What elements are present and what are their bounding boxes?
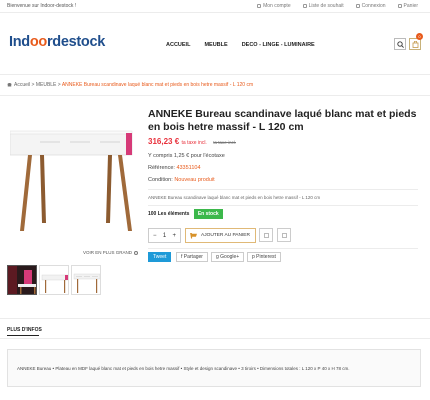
active-tab-indicator <box>7 335 39 336</box>
divider <box>0 338 430 339</box>
tab-more-info[interactable]: PLUS D'INFOS <box>7 327 42 333</box>
divider <box>148 205 418 206</box>
quantity-decrease-button[interactable]: − <box>153 233 157 239</box>
thumbnail-3[interactable] <box>71 265 101 295</box>
shopping-bag-icon <box>412 41 419 48</box>
short-description: ANNEKE Bureau scandinave laqué blanc mat… <box>148 195 321 200</box>
google-plus-button[interactable]: g Google+ <box>211 252 245 262</box>
stock-info: 100 Les éléments En stock <box>148 209 223 219</box>
thumbnail-image <box>40 266 68 294</box>
old-price: ta taxe incl. <box>213 140 236 145</box>
nav-item-meuble[interactable]: MEUBLE <box>204 42 227 48</box>
divider <box>148 248 418 249</box>
product-reference: Référence: 43351104 <box>148 165 201 171</box>
main-nav: ACCUEIL MEUBLE DECO - LINGE - LUMINAIRE <box>166 42 315 48</box>
divider <box>0 318 430 319</box>
product-price: 316,23 € <box>148 137 180 146</box>
tweet-button[interactable]: Tweet <box>148 252 172 262</box>
breadcrumb-home[interactable]: Accueil <box>14 82 30 88</box>
divider <box>148 189 418 190</box>
print-button[interactable] <box>277 228 291 242</box>
wishlist-button[interactable] <box>259 228 273 242</box>
top-links: Mon compte Liste de souhait Connexion Pa… <box>257 3 418 9</box>
description-text: ANNEKE Bureau • Plateau en MDF laqué bla… <box>17 366 350 371</box>
welcome-message: Bienvenue sur Indoor-destock ! <box>7 3 77 9</box>
thumbnail-1[interactable] <box>7 265 37 295</box>
pinterest-button[interactable]: p Pinterest <box>247 252 281 262</box>
search-button[interactable] <box>394 38 406 50</box>
divider <box>0 95 430 96</box>
view-larger-link[interactable]: VOIR EN PLUS GRAND <box>83 250 139 255</box>
thumbnail-2[interactable] <box>39 265 69 295</box>
my-account-link[interactable]: Mon compte <box>257 3 291 9</box>
login-icon <box>355 4 360 8</box>
print-icon <box>282 233 287 238</box>
wishlist-link[interactable]: Liste de souhait <box>302 3 344 9</box>
price-tax-label: ta taxe incl. <box>181 140 207 146</box>
ecotax-info: Y compris 1,25 € pour l'écotaxe <box>148 153 225 159</box>
cart-count-badge: 0 <box>416 33 423 40</box>
magnifier-icon <box>134 251 139 255</box>
login-link[interactable]: Connexion <box>355 3 386 9</box>
quantity-input[interactable]: 1 <box>163 233 166 239</box>
product-condition: Condition: Nouveau produit <box>148 177 215 183</box>
user-icon <box>257 4 262 8</box>
nav-item-deco[interactable]: DECO - LINGE - LUMINAIRE <box>242 42 315 48</box>
top-bar: Bienvenue sur Indoor-destock ! Mon compt… <box>0 0 430 13</box>
thumbnail-image <box>8 266 36 294</box>
cart-link[interactable]: Panier <box>397 3 418 9</box>
divider <box>0 74 430 75</box>
breadcrumb-category[interactable]: MEUBLE <box>36 82 57 88</box>
heart-icon <box>302 4 307 8</box>
in-stock-badge: En stock <box>193 209 223 219</box>
quantity-stepper: − 1 + <box>148 228 181 243</box>
breadcrumb: Accueil > MEUBLE > ANNEKE Bureau scandin… <box>7 82 253 88</box>
product-title: ANNEKE Bureau scandinave laqué blanc mat… <box>148 108 417 133</box>
home-icon[interactable] <box>7 82 12 87</box>
quantity-increase-button[interactable]: + <box>172 233 176 239</box>
price-row: 316,23 € ta taxe incl. ta taxe incl. <box>148 137 236 146</box>
site-logo[interactable]: Indoordestock <box>9 34 105 50</box>
thumbnail-image <box>72 266 100 294</box>
search-icon <box>397 41 404 48</box>
add-to-cart-button[interactable]: AJOUTER AU PANIER <box>185 228 256 243</box>
breadcrumb-current: ANNEKE Bureau scandinave laqué blanc mat… <box>61 82 254 88</box>
facebook-share-button[interactable]: f Partager <box>176 252 208 262</box>
heart-icon <box>264 233 269 238</box>
cart-icon <box>397 4 402 8</box>
breadcrumb-separator: > <box>31 82 35 88</box>
nav-item-accueil[interactable]: ACCUEIL <box>166 42 190 48</box>
cart-icon <box>190 232 197 239</box>
description-panel: ANNEKE Bureau • Plateau en MDF laqué bla… <box>7 349 421 387</box>
breadcrumb-separator: > <box>57 82 61 88</box>
product-image[interactable] <box>10 127 136 235</box>
stock-count: 100 Les éléments <box>148 211 190 217</box>
